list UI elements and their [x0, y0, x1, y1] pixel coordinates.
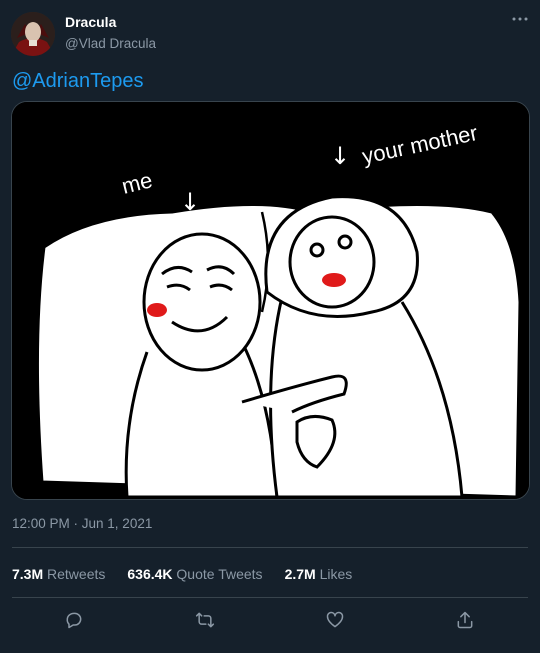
divider: [12, 597, 528, 598]
heart-icon[interactable]: [321, 606, 349, 634]
reply-icon[interactable]: [60, 606, 88, 634]
retweet-icon[interactable]: [191, 606, 219, 634]
tweet-image[interactable]: me ↓ ↓ your mother: [11, 101, 530, 500]
tweet-timestamp[interactable]: 12:00 PM · Jun 1, 2021: [12, 516, 152, 531]
tweet-stats: 7.3M Retweets 636.4K Quote Tweets 2.7M L…: [12, 566, 374, 582]
retweets-label: Retweets: [47, 566, 106, 582]
mention-link[interactable]: @AdrianTepes: [12, 70, 143, 93]
mother-arrow: ↓: [330, 142, 350, 170]
me-arrow: ↓: [180, 188, 200, 216]
quotes-label: Quote Tweets: [176, 566, 263, 582]
likes-stat[interactable]: 2.7M Likes: [285, 566, 353, 582]
author-display-name[interactable]: Dracula: [65, 14, 116, 30]
retweets-count: 7.3M: [12, 566, 44, 582]
retweets-stat[interactable]: 7.3M Retweets: [12, 566, 105, 582]
likes-label: Likes: [319, 566, 353, 582]
quotes-stat[interactable]: 636.4K Quote Tweets: [127, 566, 262, 582]
avatar[interactable]: [11, 12, 55, 56]
divider: [12, 547, 528, 548]
likes-count: 2.7M: [284, 566, 316, 582]
quotes-count: 636.4K: [127, 566, 173, 582]
bed-drawing: me ↓ ↓ your mother: [12, 102, 529, 499]
more-horizontal-icon[interactable]: [509, 8, 531, 30]
author-handle[interactable]: @Vlad Dracula: [65, 36, 156, 51]
share-icon[interactable]: [451, 606, 479, 634]
